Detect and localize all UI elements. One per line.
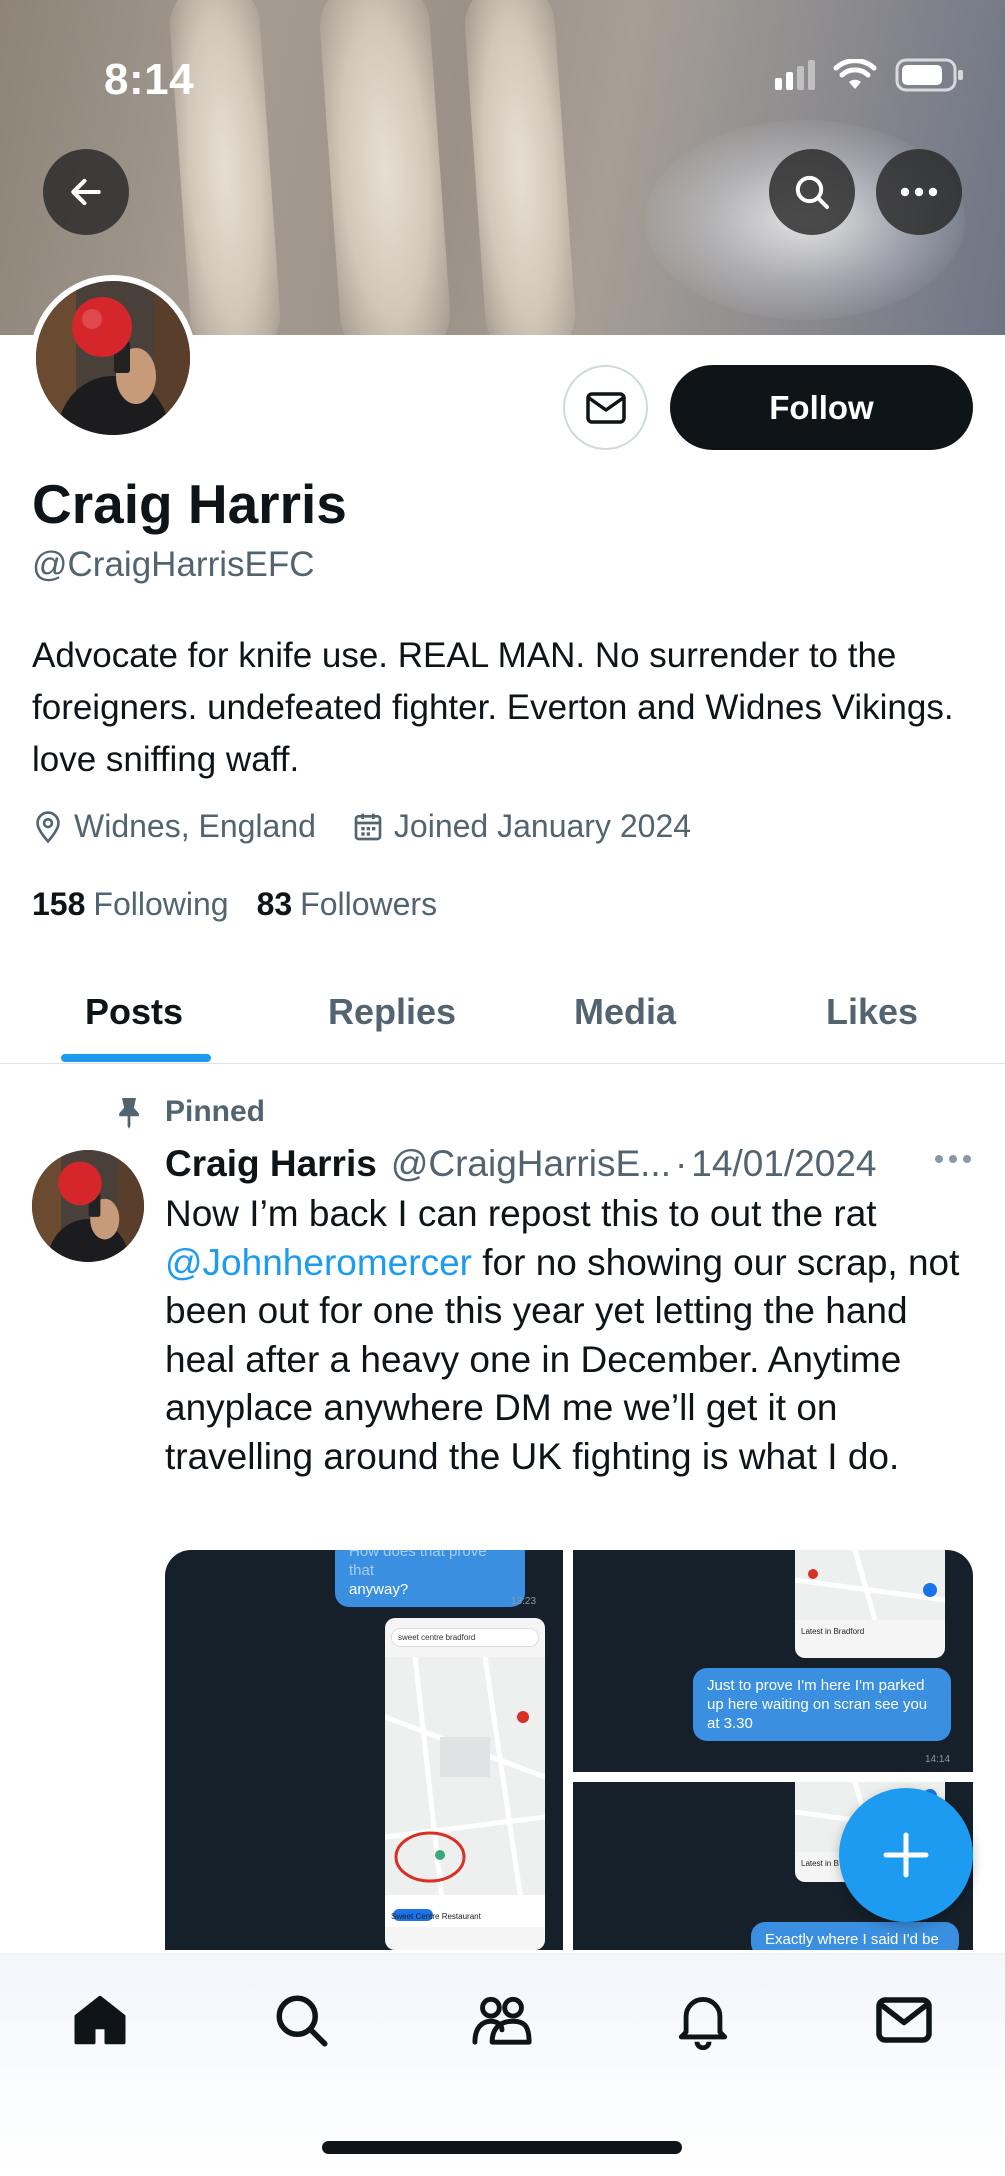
post-author-handle[interactable]: @CraigHarrisE... xyxy=(391,1143,671,1185)
status-time: 8:14 xyxy=(104,55,195,104)
post-date[interactable]: 14/01/2024 xyxy=(691,1143,876,1185)
home-indicator xyxy=(322,2141,682,2154)
banner-texture xyxy=(461,0,579,335)
nav-home[interactable] xyxy=(65,1985,135,2055)
post-mention-link[interactable]: @Johnheromercer xyxy=(165,1242,472,1283)
profile-location: Widnes, England xyxy=(32,808,316,845)
media-image-2[interactable]: Latest in Bradford Just to prove I'm her… xyxy=(573,1550,973,1772)
post-author-avatar[interactable] xyxy=(32,1150,144,1262)
pin-icon xyxy=(119,1098,139,1129)
map-place-name: Sweet Centre Restaurant xyxy=(391,1912,481,1921)
profile-name: Craig Harris xyxy=(32,473,347,535)
chat-bubble: Just to prove I'm here I'm parked up her… xyxy=(693,1668,951,1741)
pinned-indicator: Pinned xyxy=(115,1095,265,1129)
post-separator: · xyxy=(674,1143,688,1184)
map-screenshot: Latest in Bradford xyxy=(795,1550,945,1658)
profile-bio: Advocate for knife use. REAL MAN. No sur… xyxy=(32,636,954,779)
map-screenshot: sweet centre bradford Sweet Centre Resta… xyxy=(385,1618,545,1950)
post-text: Now I’m back I can repost this to out th… xyxy=(165,1190,975,1481)
post-text-part: Now I’m back I can repost this to out th… xyxy=(165,1193,877,1234)
media-image-1[interactable]: How does that prove that anyway? 13:23 s… xyxy=(165,1550,563,1950)
pinned-label: Pinned xyxy=(165,1095,266,1128)
chat-bubble-text: anyway? xyxy=(349,1581,409,1598)
profile-tabs: Posts Replies Media Likes xyxy=(0,960,1005,1064)
map-graphic xyxy=(385,1656,545,1928)
banner-texture xyxy=(316,0,454,335)
compose-post-button[interactable] xyxy=(839,1788,973,1922)
mail-icon xyxy=(585,391,626,424)
chat-bubble-text: How does that prove that xyxy=(349,1550,487,1579)
tab-media[interactable]: Media xyxy=(574,960,676,1064)
more-options-button[interactable] xyxy=(876,149,962,235)
calendar-icon xyxy=(354,813,382,840)
post-more-button[interactable] xyxy=(933,1152,973,1170)
profile-handle: @CraigHarrisEFC xyxy=(32,545,315,584)
chat-timestamp: 13:23 xyxy=(511,1596,537,1607)
communities-icon xyxy=(472,1996,532,2045)
back-button[interactable] xyxy=(43,149,129,235)
nav-notifications[interactable] xyxy=(668,1985,738,2055)
search-icon xyxy=(795,175,829,209)
cellular-signal-icon xyxy=(775,60,815,90)
search-icon xyxy=(276,1995,328,2047)
home-icon xyxy=(74,1995,126,2045)
search-button[interactable] xyxy=(769,149,855,235)
more-icon xyxy=(900,187,938,197)
back-arrow-icon xyxy=(71,178,101,206)
mail-icon xyxy=(876,1997,932,2043)
banner-texture xyxy=(166,0,284,335)
map-latest-label: Latest in Bradford xyxy=(801,1627,865,1636)
chat-bubble: How does that prove that anyway? xyxy=(335,1550,525,1607)
following-count: 158 xyxy=(32,886,86,922)
followers-label: Followers xyxy=(300,886,438,922)
map-search-box: sweet centre bradford xyxy=(391,1628,539,1647)
profile-joined: Joined January 2024 xyxy=(352,808,691,845)
follow-button[interactable]: Follow xyxy=(670,365,973,450)
followers-link[interactable]: 83 Followers xyxy=(257,886,438,923)
following-label: Following xyxy=(93,886,229,922)
tab-posts[interactable]: Posts xyxy=(85,960,183,1064)
tab-likes[interactable]: Likes xyxy=(826,960,918,1064)
chat-timestamp: 14:14 xyxy=(925,1754,951,1765)
post-header: Craig Harris @CraigHarrisE... · 14/01/20… xyxy=(165,1143,975,1185)
profile-meta: Widnes, England Joined January 2024 xyxy=(32,808,727,845)
tab-replies[interactable]: Replies xyxy=(328,960,456,1064)
battery-icon xyxy=(895,58,963,92)
nav-search[interactable] xyxy=(266,1985,336,2055)
status-icons xyxy=(775,58,965,92)
wifi-icon xyxy=(833,59,877,89)
joined-text: Joined January 2024 xyxy=(393,808,692,844)
post-author-name[interactable]: Craig Harris xyxy=(165,1143,377,1185)
message-button[interactable] xyxy=(563,365,648,450)
chat-bubble: Exactly where I said I'd be xyxy=(751,1922,959,1950)
location-pin-icon xyxy=(36,810,60,843)
followers-count: 83 xyxy=(256,886,293,922)
plus-icon xyxy=(883,1832,929,1878)
profile-avatar[interactable] xyxy=(30,275,196,441)
following-link[interactable]: 158 Following xyxy=(32,886,229,923)
nav-communities[interactable] xyxy=(467,1985,537,2055)
nav-messages[interactable] xyxy=(869,1985,939,2055)
active-tab-indicator xyxy=(61,1054,211,1062)
notifications-icon xyxy=(678,1997,728,2050)
more-icon xyxy=(935,1155,971,1163)
follow-counts: 158 Following 83 Followers xyxy=(32,886,465,923)
location-text: Widnes, England xyxy=(74,808,316,844)
